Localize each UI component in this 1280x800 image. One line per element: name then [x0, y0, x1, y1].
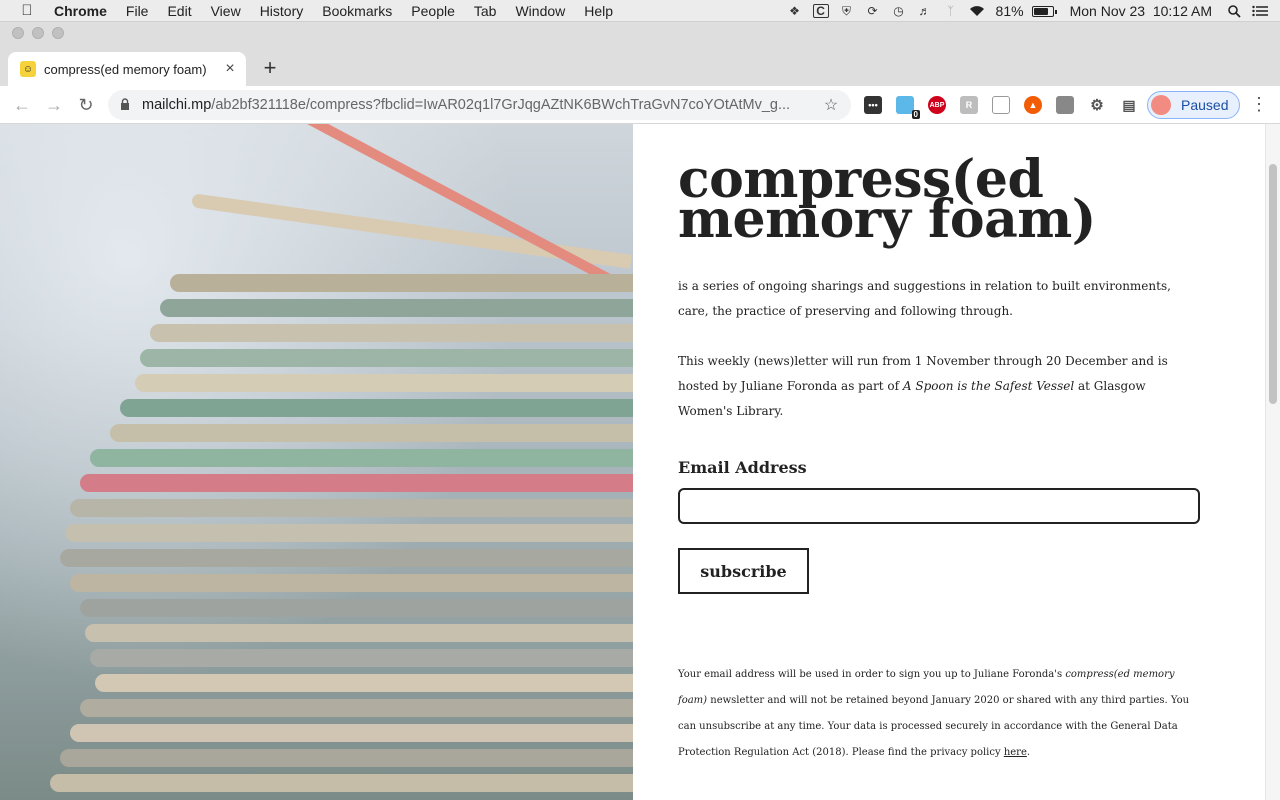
menu-window[interactable]: Window — [515, 3, 565, 19]
email-label: Email Address — [678, 458, 807, 477]
hero-image-stack-of-papers — [0, 124, 633, 800]
apple-icon[interactable]:  — [18, 2, 36, 19]
menu-history[interactable]: History — [260, 3, 304, 19]
subscribe-button[interactable]: subscribe — [678, 548, 809, 594]
battery-icon[interactable] — [1031, 5, 1057, 17]
tab-active[interactable]: ☺ compress(ed memory foam) × — [8, 52, 246, 86]
page-title-line-2: memory foam) — [678, 189, 1096, 250]
menu-people[interactable]: People — [411, 3, 455, 19]
cast-icon[interactable]: ▤ — [1120, 96, 1138, 114]
reload-button[interactable]: ↻ — [74, 93, 98, 117]
spotlight-icon[interactable] — [1226, 4, 1242, 18]
window-titlebar — [0, 22, 1280, 44]
zoom-window-button[interactable] — [52, 27, 64, 39]
description-project-title: A Spoon is the Safest Vessel — [902, 379, 1075, 393]
privacy-policy-link[interactable]: here — [1004, 747, 1027, 758]
minimize-window-button[interactable] — [32, 27, 44, 39]
readability-extension-icon[interactable]: R — [960, 96, 978, 114]
ghostery-extension-icon[interactable]: 0 — [896, 96, 920, 119]
scrollbar-thumb[interactable] — [1269, 164, 1277, 404]
volume-icon[interactable]: ♬ — [917, 4, 933, 18]
menubar-tray: ❖ C ⛨ ⟳ ◷ ♬ ᛉ 81% Mon Nov 23 10:12 AM — [782, 0, 1280, 22]
url-text[interactable]: mailchi.mp/ab2bf321118e/compress?fbclid=… — [142, 97, 821, 113]
page-viewport: compress(ed memory foam) is a series of … — [0, 124, 1280, 800]
shield-icon[interactable]: ⛨ — [839, 4, 855, 18]
address-bar[interactable]: mailchi.mp/ab2bf321118e/compress?fbclid=… — [108, 90, 851, 120]
menu-bookmarks[interactable]: Bookmarks — [322, 3, 392, 19]
forward-button[interactable]: → — [42, 93, 66, 117]
adblock-plus-icon[interactable]: ABP — [928, 96, 946, 114]
url-host: mailchi.mp — [142, 97, 212, 113]
close-window-button[interactable] — [12, 27, 24, 39]
sync-icon[interactable]: ⟳ — [865, 4, 881, 18]
new-tab-button[interactable]: + — [258, 56, 282, 80]
menu-view[interactable]: View — [211, 3, 241, 19]
dots-extension-icon[interactable]: ••• — [864, 96, 882, 114]
puzzle-extensions-icon[interactable]: ⚙ — [1088, 96, 1106, 114]
menu-file[interactable]: File — [126, 3, 149, 19]
avatar — [1151, 95, 1171, 115]
intro-paragraph: is a series of ongoing sharings and sugg… — [678, 279, 1171, 318]
mailchimp-icon: ☺ — [20, 61, 36, 77]
privacy-text-end: . — [1026, 747, 1031, 758]
profile-button[interactable]: Paused — [1147, 91, 1240, 119]
extension-badge: 0 — [911, 110, 920, 119]
fire-extension-icon[interactable]: ▲ — [1024, 96, 1042, 114]
privacy-notice: Your email address will be used in order… — [678, 662, 1203, 766]
back-button[interactable]: ← — [10, 93, 34, 117]
url-path: /ab2bf321118e/compress?fbclid=IwAR02q1l7… — [211, 97, 791, 113]
page-title: compress(ed memory foam) — [678, 154, 1096, 246]
privacy-text: Your email address will be used in order… — [678, 669, 1066, 680]
macos-menubar:  Chrome File Edit View History Bookmark… — [0, 0, 1280, 22]
menu-help[interactable]: Help — [584, 3, 613, 19]
page-extension-icon[interactable] — [992, 96, 1010, 114]
time-machine-icon[interactable]: ◷ — [891, 4, 907, 18]
description-paragraph: This weekly (news)letter will run from 1… — [678, 349, 1203, 424]
email-input[interactable] — [678, 488, 1200, 524]
browser-toolbar: ← → ↻ mailchi.mp/ab2bf321118e/compress?f… — [0, 86, 1280, 124]
bookmark-star-icon[interactable]: ☆ — [821, 95, 841, 115]
dropbox-icon[interactable]: ❖ — [787, 4, 803, 18]
bluetooth-icon[interactable]: ᛉ — [943, 4, 959, 18]
notification-list-icon[interactable] — [1252, 4, 1268, 18]
lock-icon[interactable] — [120, 97, 132, 113]
chrome-menu-icon[interactable]: ⋮ — [1250, 94, 1268, 116]
tab-title: compress(ed memory foam) — [44, 61, 207, 77]
wifi-icon[interactable] — [969, 4, 985, 18]
menu-edit[interactable]: Edit — [167, 3, 191, 19]
menu-chrome[interactable]: Chrome — [54, 3, 107, 19]
page-scrollbar[interactable] — [1265, 124, 1280, 800]
menubar-clock[interactable]: Mon Nov 23 10:12 AM — [1070, 3, 1212, 19]
profile-status: Paused — [1181, 97, 1229, 113]
close-tab-icon[interactable]: × — [222, 60, 238, 78]
c-icon[interactable]: C — [812, 4, 829, 18]
tab-strip: ☺ compress(ed memory foam) × + — [0, 44, 1280, 86]
menu-tab[interactable]: Tab — [474, 3, 497, 19]
battery-percent: 81% — [995, 3, 1024, 19]
privacy-text-continued: newsletter and will not be retained beyo… — [678, 695, 1190, 758]
copy-extension-icon[interactable] — [1056, 96, 1074, 114]
